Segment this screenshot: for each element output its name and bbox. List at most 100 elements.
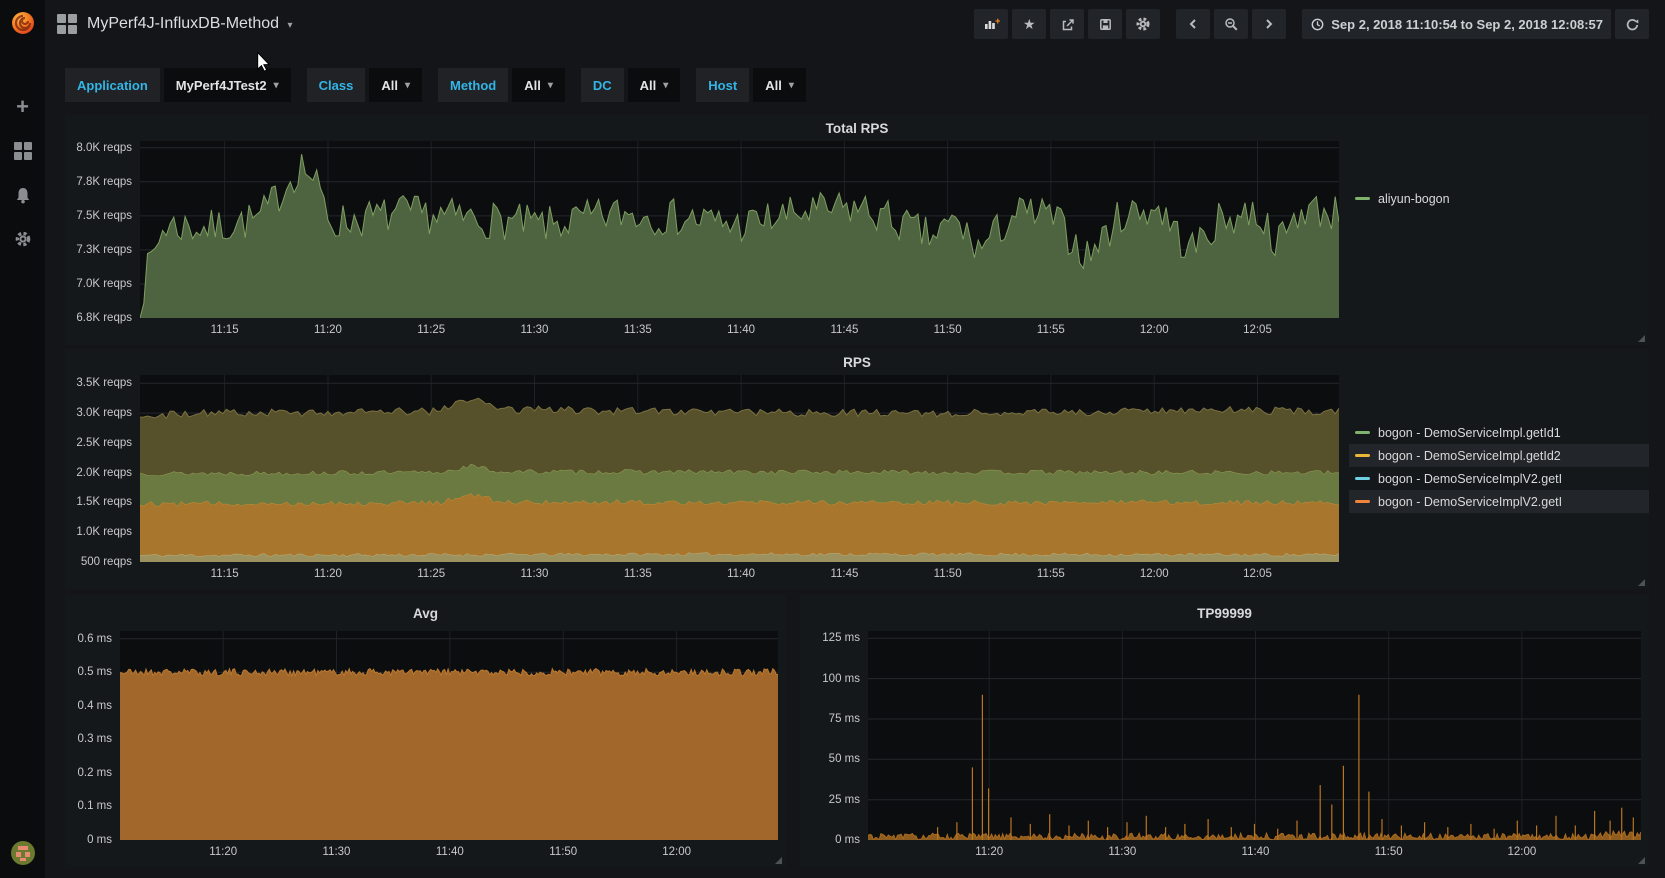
chevron-down-icon: ▾ (547, 79, 553, 91)
filter-host-value[interactable]: All ▾ (753, 68, 806, 102)
y-tick-label: 100 ms (822, 672, 860, 685)
y-tick-label: 25 ms (828, 793, 860, 806)
legend-series-color (1355, 454, 1370, 457)
chevron-left-icon (1189, 19, 1196, 29)
sidebar-item-alerting[interactable] (0, 173, 45, 217)
panel-resize-handle[interactable] (1638, 579, 1645, 586)
refresh-button[interactable] (1615, 9, 1649, 39)
legend-series-label: bogon - DemoServiceImpl.getId2 (1378, 448, 1561, 463)
filter-host: Host All ▾ (696, 68, 806, 102)
x-tick-label: 11:20 (975, 846, 1004, 858)
legend-series-label: bogon - DemoServiceImplV2.getI (1378, 494, 1563, 509)
y-tick-label: 0.4 ms (77, 699, 112, 712)
x-tick-label: 11:50 (933, 568, 962, 580)
x-axis: 11:20 11:30 11:40 11:50 12:00 (120, 840, 778, 867)
legend-item[interactable]: bogon - DemoServiceImpl.getId2 (1349, 444, 1649, 467)
y-tick-label: 125 ms (822, 632, 860, 645)
y-tick-label: 3.0K reqps (76, 407, 132, 420)
add-panel-button[interactable]: + (974, 9, 1009, 39)
time-forward-button[interactable] (1252, 9, 1287, 39)
plot-area[interactable] (868, 631, 1641, 840)
refresh-icon (1626, 18, 1638, 30)
chevron-down-icon: ▾ (404, 79, 410, 91)
filter-dc-selected: All (639, 77, 657, 93)
y-tick-label: 1.5K reqps (76, 496, 132, 509)
x-tick-label: 11:15 (210, 324, 239, 336)
grafana-app: + MyPerf4J-InfluxDB-Method ▾ + ★ Sep 2, … (0, 0, 1665, 878)
x-tick-label: 11:40 (1241, 846, 1270, 858)
svg-text:+: + (995, 17, 1000, 27)
y-tick-label: 7.0K reqps (76, 277, 132, 290)
y-axis: 0 ms 25 ms 50 ms 75 ms 100 ms 125 ms (800, 631, 868, 867)
y-tick-label: 6.8K reqps (76, 312, 132, 324)
filter-dc-label: DC (580, 68, 624, 102)
plot-area[interactable] (140, 375, 1339, 562)
filter-method-label: Method (437, 68, 509, 102)
filter-method-value[interactable]: All ▾ (512, 68, 565, 102)
y-tick-label: 0 ms (835, 834, 860, 846)
share-button[interactable] (1050, 9, 1085, 39)
y-tick-label: 0.3 ms (77, 733, 112, 746)
panel-title[interactable]: Total RPS (65, 115, 1649, 141)
plot-area[interactable] (140, 141, 1339, 318)
panel-resize-handle[interactable] (775, 857, 782, 864)
chevron-down-icon: ▾ (273, 79, 279, 91)
filter-application-label: Application (65, 68, 160, 102)
star-button[interactable]: ★ (1012, 9, 1047, 39)
legend-series-color (1355, 431, 1370, 434)
sidebar-item-dashboards[interactable] (0, 129, 45, 173)
dashboard-title[interactable]: MyPerf4J-InfluxDB-Method ▾ (87, 15, 293, 33)
gear-icon (1136, 17, 1150, 31)
legend-item[interactable]: bogon - DemoServiceImplV2.getI (1349, 490, 1649, 513)
user-avatar[interactable] (0, 840, 45, 866)
y-tick-label: 7.3K reqps (76, 243, 132, 256)
panel-title[interactable]: Avg (65, 595, 786, 631)
plot-area[interactable] (120, 631, 778, 840)
panel-resize-handle[interactable] (1638, 857, 1645, 864)
legend-item[interactable]: bogon - DemoServiceImpl.getId1 (1349, 421, 1649, 444)
panel-resize-handle[interactable] (1638, 335, 1645, 342)
filter-application-value[interactable]: MyPerf4JTest2 ▾ (163, 68, 291, 102)
filter-application: Application MyPerf4JTest2 ▾ (65, 68, 291, 102)
x-axis: 11:20 11:30 11:40 11:50 12:00 (868, 840, 1641, 867)
panel-title[interactable]: TP99999 (800, 595, 1649, 631)
zoom-out-button[interactable] (1214, 9, 1249, 39)
x-tick-label: 11:20 (314, 568, 342, 580)
filter-dc-value[interactable]: All ▾ (627, 68, 681, 102)
x-tick-label: 11:30 (520, 324, 549, 336)
legend-item[interactable]: bogon - DemoServiceImplV2.getI (1349, 467, 1649, 490)
dashboard-title-text: MyPerf4J-InfluxDB-Method (87, 15, 280, 32)
filter-dc: DC All ▾ (580, 68, 681, 102)
y-tick-label: 0.5 ms (77, 666, 112, 679)
dashboard-grid: Total RPS 6.8K reqps 7.0K reqps 7.3K reqps… (65, 115, 1649, 867)
x-axis: 11:15 11:20 11:25 11:30 11:35 11:40 11:45 11:50… (140, 318, 1339, 345)
save-button[interactable] (1088, 9, 1123, 39)
x-tick-label: 11:50 (549, 846, 578, 858)
legend-item[interactable]: aliyun-bogon (1349, 187, 1649, 210)
x-tick-label: 11:40 (727, 568, 756, 580)
time-range-picker[interactable]: Sep 2, 2018 11:10:54 to Sep 2, 2018 12:0… (1302, 9, 1611, 39)
y-tick-label: 3.5K reqps (76, 377, 132, 390)
x-tick-label: 11:35 (623, 568, 652, 580)
panel-settings-button[interactable] (1126, 9, 1161, 39)
grafana-logo[interactable] (0, 0, 45, 45)
y-tick-label: 500 reqps (80, 556, 132, 568)
legend: aliyun-bogon (1339, 141, 1649, 345)
dashboard-grid-icon[interactable] (57, 14, 77, 34)
y-tick-label: 0.1 ms (77, 800, 112, 813)
x-tick-label: 11:50 (933, 324, 962, 336)
filter-host-label: Host (696, 68, 750, 102)
y-axis: 0 ms 0.1 ms 0.2 ms 0.3 ms 0.4 ms 0.5 ms 0.6 ms (65, 631, 120, 867)
sidebar-item-create[interactable]: + (0, 85, 45, 129)
y-tick-label: 75 ms (828, 712, 860, 725)
time-back-button[interactable] (1176, 9, 1211, 39)
sidebar-item-configuration[interactable] (0, 217, 45, 261)
y-axis: 500 reqps 1.0K reqps 1.5K reqps 2.0K reqps 2… (65, 375, 140, 589)
y-tick-label: 2.0K reqps (76, 466, 132, 479)
filter-class-value[interactable]: All ▾ (369, 68, 422, 102)
panel-title[interactable]: RPS (65, 349, 1649, 375)
x-tick-label: 11:20 (209, 846, 238, 858)
chevron-down-icon: ▾ (663, 79, 669, 91)
legend-series-color (1355, 197, 1370, 200)
chevron-down-icon: ▾ (788, 79, 794, 91)
